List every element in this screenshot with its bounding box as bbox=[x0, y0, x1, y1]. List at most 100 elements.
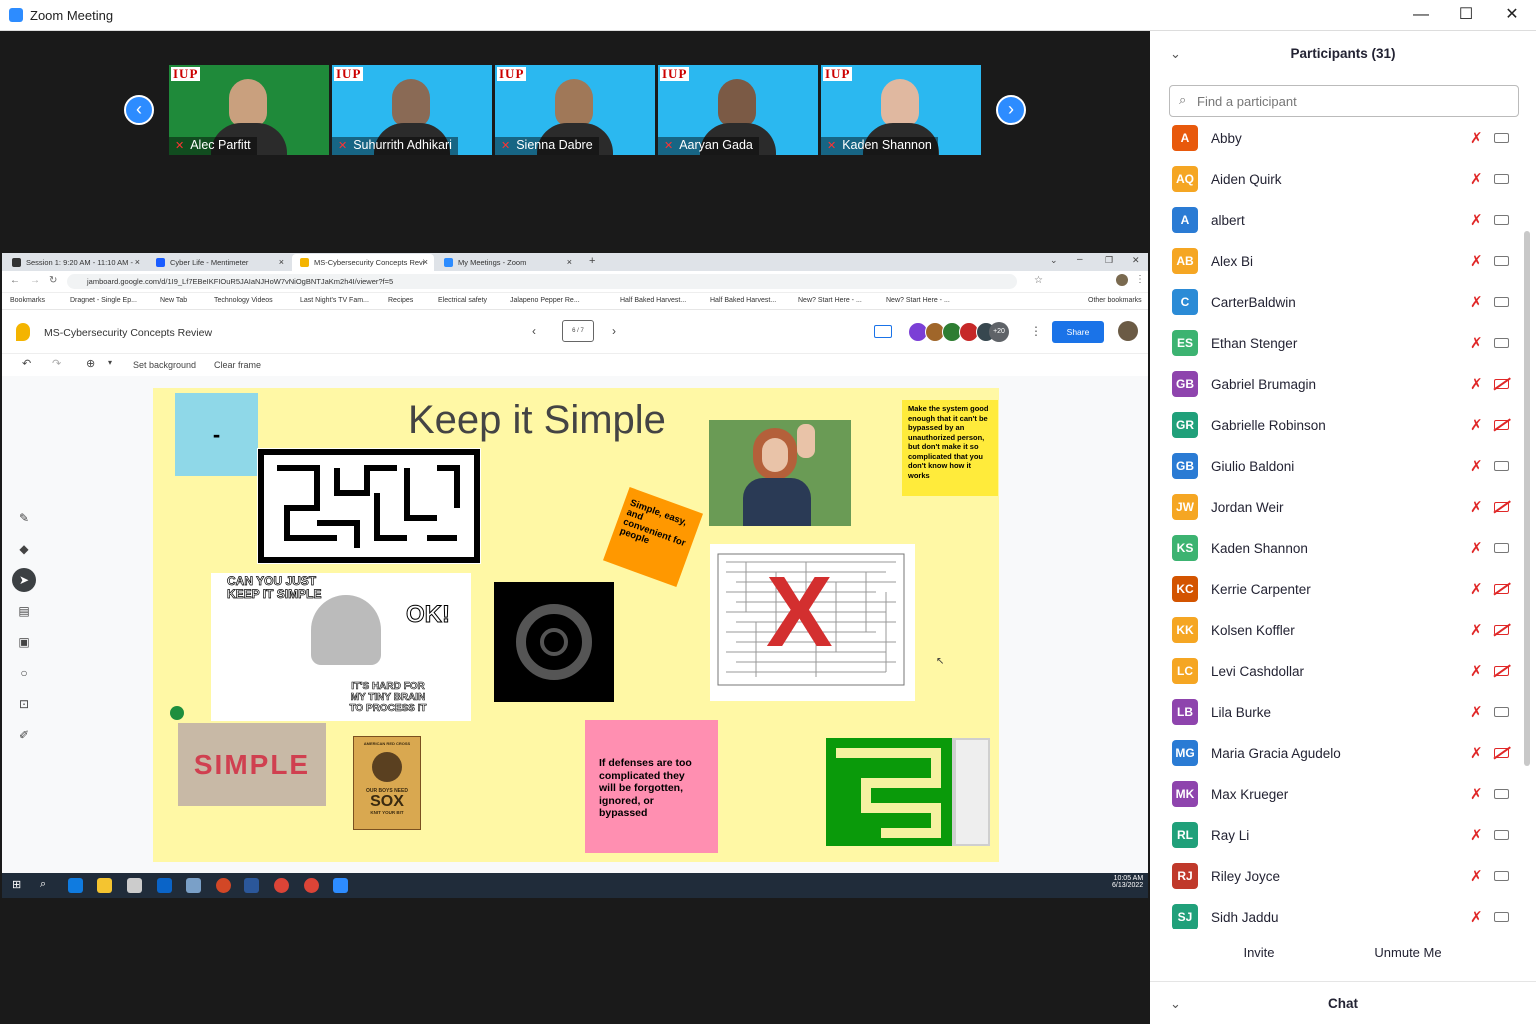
participant-row[interactable]: ES Ethan Stenger ✗ bbox=[1150, 324, 1522, 365]
bookmark-item[interactable]: Dragnet - Single Ep... bbox=[70, 297, 137, 304]
video-off-icon[interactable] bbox=[1494, 584, 1509, 594]
bookmark-item[interactable]: Last Night's TV Fam... bbox=[300, 297, 369, 304]
video-icon[interactable] bbox=[1494, 133, 1509, 143]
stop-hand-photo[interactable] bbox=[709, 420, 851, 526]
mic-muted-icon[interactable]: ✗ bbox=[1470, 908, 1483, 926]
mic-muted-icon[interactable]: ✗ bbox=[1470, 252, 1483, 270]
bookmark-star-icon[interactable]: ☆ bbox=[1034, 275, 1043, 286]
clear-frame-button[interactable]: Clear frame bbox=[214, 360, 261, 370]
powerpoint-icon[interactable] bbox=[216, 878, 231, 893]
circle-shape-icon[interactable]: ○ bbox=[12, 661, 36, 685]
mic-muted-icon[interactable]: ✗ bbox=[1470, 580, 1483, 598]
video-off-icon[interactable] bbox=[1494, 748, 1509, 758]
video-icon[interactable] bbox=[1494, 830, 1509, 840]
browser-close-icon[interactable]: ✕ bbox=[1132, 255, 1140, 266]
video-icon[interactable] bbox=[1494, 297, 1509, 307]
bookmark-item[interactable]: New? Start Here - ... bbox=[886, 297, 950, 304]
participant-scrollbar[interactable] bbox=[1524, 231, 1530, 766]
yellow-sticky-note[interactable]: Make the system good enough that it can'… bbox=[902, 400, 998, 496]
undo-icon[interactable]: ↶ bbox=[22, 357, 31, 370]
maze-image[interactable] bbox=[257, 448, 481, 564]
video-off-icon[interactable] bbox=[1494, 502, 1509, 512]
laser-icon[interactable]: ✐ bbox=[12, 723, 36, 747]
participant-row[interactable]: AB Alex Bi ✗ bbox=[1150, 242, 1522, 283]
participant-row[interactable]: JW Jordan Weir ✗ bbox=[1150, 488, 1522, 529]
mic-muted-icon[interactable]: ✗ bbox=[1470, 498, 1483, 516]
outlook-icon[interactable] bbox=[157, 878, 172, 893]
close-button[interactable]: ✕ bbox=[1492, 4, 1532, 26]
video-icon[interactable] bbox=[1494, 461, 1509, 471]
tab-close-icon[interactable]: × bbox=[567, 257, 572, 267]
share-button[interactable]: Share bbox=[1052, 321, 1104, 343]
participant-row[interactable]: C CarterBaldwin ✗ bbox=[1150, 283, 1522, 324]
video-icon[interactable] bbox=[1494, 215, 1509, 225]
video-icon[interactable] bbox=[1494, 789, 1509, 799]
bookmark-item[interactable]: Recipes bbox=[388, 297, 413, 304]
chrome-icon[interactable] bbox=[274, 878, 289, 893]
jam-menu-icon[interactable]: ⋮ bbox=[1030, 324, 1042, 338]
video-tile[interactable]: IUP ✕ Alec Parfitt bbox=[169, 65, 329, 155]
present-icon[interactable] bbox=[874, 325, 892, 338]
video-icon[interactable] bbox=[1494, 707, 1509, 717]
reload-icon[interactable]: ↻ bbox=[49, 275, 57, 286]
bookmark-item[interactable]: Jalapeno Pepper Re... bbox=[510, 297, 580, 304]
video-off-icon[interactable] bbox=[1494, 379, 1509, 389]
word-icon[interactable] bbox=[244, 878, 259, 893]
bookmark-item[interactable]: New Tab bbox=[160, 297, 187, 304]
browser-tab[interactable]: MS-Cybersecurity Concepts Revi × bbox=[292, 254, 434, 271]
chrome-profile-icon[interactable] bbox=[304, 878, 319, 893]
bookmark-item[interactable]: Technology Videos bbox=[214, 297, 273, 304]
participant-row[interactable]: GR Gabrielle Robinson ✗ bbox=[1150, 406, 1522, 447]
participant-row[interactable]: KK Kolsen Koffler ✗ bbox=[1150, 611, 1522, 652]
participant-row[interactable]: A albert ✗ bbox=[1150, 201, 1522, 242]
browser-tab[interactable]: My Meetings - Zoom × bbox=[436, 254, 578, 271]
browser-menu-icon[interactable]: ⋮ bbox=[1135, 274, 1145, 285]
zoom-icon[interactable]: ⊕ bbox=[86, 357, 95, 370]
browser-tab[interactable]: Cyber Life - Mentimeter × bbox=[148, 254, 290, 271]
video-icon[interactable] bbox=[1494, 912, 1509, 922]
scp-logo-image[interactable] bbox=[494, 582, 614, 702]
browser-minimize-icon[interactable]: – bbox=[1077, 254, 1083, 265]
video-off-icon[interactable] bbox=[1494, 625, 1509, 635]
participant-list[interactable]: A Abby ✗ AQ Aiden Quirk ✗ A albert ✗ AB … bbox=[1150, 119, 1522, 929]
mic-muted-icon[interactable]: ✗ bbox=[1470, 785, 1483, 803]
mic-muted-icon[interactable]: ✗ bbox=[1470, 170, 1483, 188]
maximize-button[interactable]: ☐ bbox=[1446, 4, 1486, 26]
video-icon[interactable] bbox=[1494, 871, 1509, 881]
mic-muted-icon[interactable]: ✗ bbox=[1470, 457, 1483, 475]
prev-frame-icon[interactable]: ‹ bbox=[532, 324, 536, 338]
pink-sticky-note[interactable]: If defenses are too complicated they wil… bbox=[585, 720, 718, 853]
bookmark-item[interactable]: Electrical safety bbox=[438, 297, 487, 304]
bookmark-item[interactable]: Half Baked Harvest... bbox=[620, 297, 686, 304]
gallery-next-button[interactable]: › bbox=[996, 95, 1026, 125]
participant-row[interactable]: GB Giulio Baldoni ✗ bbox=[1150, 447, 1522, 488]
participant-row[interactable]: KC Kerrie Carpenter ✗ bbox=[1150, 570, 1522, 611]
mic-muted-icon[interactable]: ✗ bbox=[1470, 621, 1483, 639]
video-tile[interactable]: IUP ✕ Aaryan Gada bbox=[658, 65, 818, 155]
user-avatar[interactable] bbox=[1118, 321, 1138, 341]
simple-blocks-image[interactable]: SIMPLE bbox=[178, 723, 326, 806]
mic-muted-icon[interactable]: ✗ bbox=[1470, 293, 1483, 311]
mic-muted-icon[interactable]: ✗ bbox=[1470, 211, 1483, 229]
frame-counter[interactable]: 6 / 7 bbox=[562, 320, 594, 342]
video-icon[interactable] bbox=[1494, 543, 1509, 553]
settings-app-icon[interactable] bbox=[127, 878, 142, 893]
zoom-dropdown-icon[interactable]: ▾ bbox=[108, 358, 112, 367]
video-tile[interactable]: IUP ✕ Suhurrith Adhikari bbox=[332, 65, 492, 155]
video-icon[interactable] bbox=[1494, 174, 1509, 184]
back-icon[interactable]: ← bbox=[10, 275, 20, 286]
orange-sticky-note[interactable]: Simple, easy, and convenient for people bbox=[603, 487, 703, 587]
eraser-icon[interactable]: ◆ bbox=[12, 537, 36, 561]
participant-row[interactable]: SJ Sidh Jaddu ✗ bbox=[1150, 898, 1522, 929]
set-background-button[interactable]: Set background bbox=[133, 360, 196, 370]
participant-row[interactable]: RL Ray Li ✗ bbox=[1150, 816, 1522, 857]
image-icon[interactable]: ▣ bbox=[12, 630, 36, 654]
mic-muted-icon[interactable]: ✗ bbox=[1470, 662, 1483, 680]
mic-muted-icon[interactable]: ✗ bbox=[1470, 867, 1483, 885]
forward-icon[interactable]: → bbox=[30, 275, 40, 286]
file-explorer-icon[interactable] bbox=[97, 878, 112, 893]
invite-button[interactable]: Invite bbox=[1239, 941, 1279, 965]
other-bookmarks[interactable]: Other bookmarks bbox=[1088, 297, 1142, 304]
participant-row[interactable]: RJ Riley Joyce ✗ bbox=[1150, 857, 1522, 898]
zoom-taskbar-icon[interactable] bbox=[333, 878, 348, 893]
